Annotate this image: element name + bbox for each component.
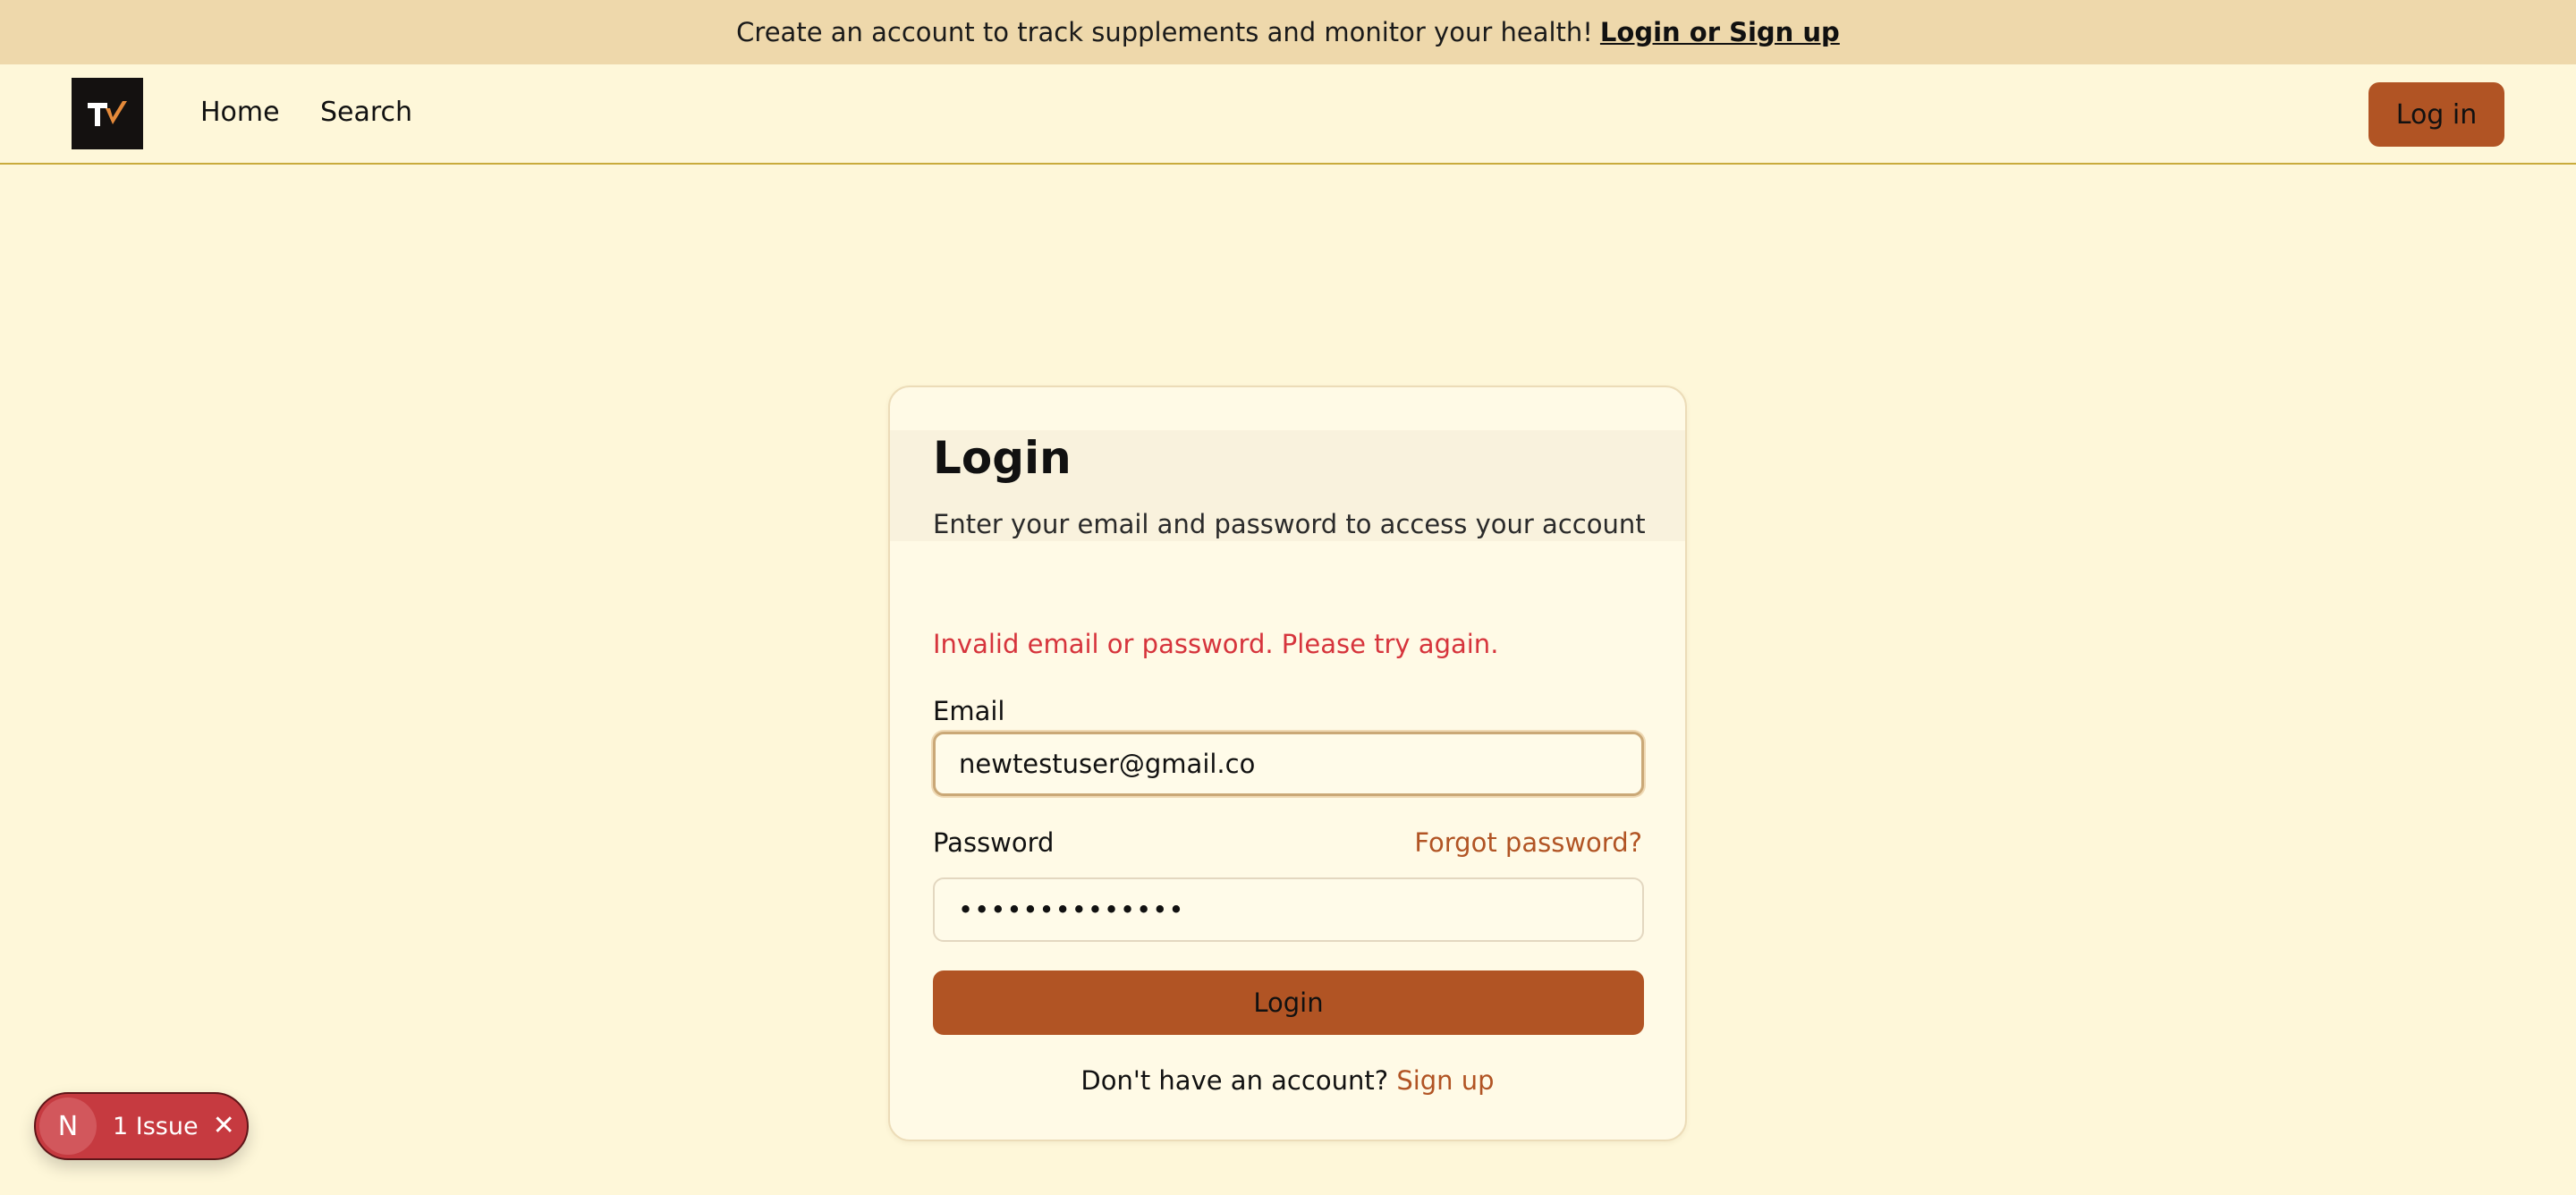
forgot-password-link[interactable]: Forgot password? xyxy=(1414,827,1642,858)
signup-link[interactable]: Sign up xyxy=(1396,1065,1494,1096)
page-title: Login xyxy=(933,432,1072,484)
error-message: Invalid email or password. Please try ag… xyxy=(933,629,1499,659)
email-field[interactable]: newtestuser@gmail.co xyxy=(933,732,1644,796)
signup-prompt: Don't have an account? xyxy=(1080,1065,1389,1096)
nav-search-link[interactable]: Search xyxy=(320,97,412,128)
tv-logo-icon[interactable] xyxy=(72,78,143,149)
signup-row: Don't have an account? Sign up xyxy=(890,1065,1685,1096)
banner-message: Create an account to track supplements a… xyxy=(736,17,1593,47)
issues-badge[interactable]: N 1 Issue ✕ xyxy=(34,1092,249,1160)
login-card: Login Enter your email and password to a… xyxy=(888,386,1687,1141)
navbar: Home Search Log in xyxy=(0,64,2576,165)
card-description: Enter your email and password to access … xyxy=(933,509,1646,539)
top-banner: Create an account to track supplements a… xyxy=(0,0,2576,64)
issue-count-label[interactable]: 1 Issue xyxy=(113,1113,199,1140)
close-icon[interactable]: ✕ xyxy=(213,1113,235,1140)
email-label: Email xyxy=(933,696,1005,726)
login-submit-button[interactable]: Login xyxy=(933,970,1644,1035)
password-label: Password xyxy=(933,827,1055,858)
next-logo-icon[interactable]: N xyxy=(39,1098,97,1155)
nav-home-link[interactable]: Home xyxy=(200,97,280,128)
password-field[interactable]: •••••••••••••• xyxy=(933,877,1644,942)
header-login-button[interactable]: Log in xyxy=(2368,82,2504,147)
banner-login-signup-link[interactable]: Login or Sign up xyxy=(1600,17,1840,47)
